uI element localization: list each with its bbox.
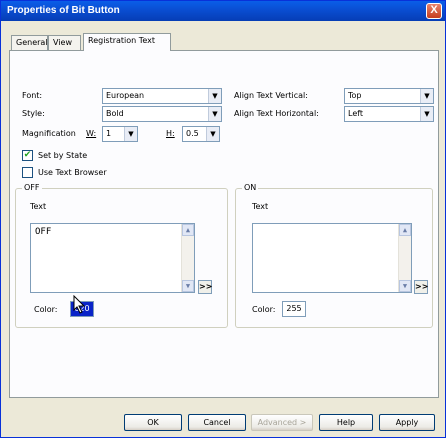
h-value: 0.5 bbox=[186, 129, 199, 138]
on-group-title: ON bbox=[242, 183, 259, 193]
advanced-button[interactable]: Advanced > bbox=[251, 414, 313, 431]
use-text-browser-label: Use Text Browser bbox=[38, 168, 107, 177]
w-select[interactable]: 1 ▼ bbox=[102, 126, 138, 142]
on-expand-button[interactable]: >> bbox=[414, 280, 428, 294]
scroll-up-icon[interactable]: ▲ bbox=[182, 224, 194, 236]
checkmark-icon: ✔ bbox=[23, 150, 32, 160]
scroll-down-icon[interactable]: ▼ bbox=[399, 280, 411, 292]
window-title: Properties of Bit Button bbox=[7, 5, 120, 16]
off-expand-button[interactable]: >> bbox=[198, 280, 212, 294]
chevron-down-icon[interactable]: ▼ bbox=[206, 127, 219, 141]
off-text-area[interactable]: OFF ▲ ▼ bbox=[30, 223, 195, 293]
set-by-state-checkbox[interactable]: ✔ bbox=[22, 150, 33, 161]
font-select[interactable]: European ▼ bbox=[102, 88, 222, 104]
chevron-down-icon[interactable]: ▼ bbox=[420, 89, 433, 103]
font-value: European bbox=[106, 91, 145, 100]
apply-button[interactable]: Apply bbox=[379, 414, 435, 431]
on-text-label: Text bbox=[252, 202, 269, 211]
properties-dialog: Properties of Bit Button X General View … bbox=[0, 0, 446, 438]
chevron-down-icon[interactable]: ▼ bbox=[124, 127, 137, 141]
w-label: W: bbox=[86, 129, 97, 138]
off-color-label: Color: bbox=[34, 305, 58, 314]
on-color-label: Color: bbox=[252, 305, 276, 314]
off-text-value: OFF bbox=[35, 227, 52, 237]
align-vertical-value: Top bbox=[348, 91, 362, 100]
h-label: H: bbox=[166, 129, 175, 138]
chevron-down-icon[interactable]: ▼ bbox=[208, 107, 221, 121]
font-label: Font: bbox=[22, 91, 43, 100]
use-text-browser-checkbox[interactable] bbox=[22, 167, 33, 178]
style-select[interactable]: Bold ▼ bbox=[102, 106, 222, 122]
off-text-label: Text bbox=[30, 202, 47, 211]
align-vertical-label: Align Text Vertical: bbox=[234, 91, 308, 100]
h-select[interactable]: 0.5 ▼ bbox=[182, 126, 220, 142]
align-horizontal-select[interactable]: Left ▼ bbox=[344, 106, 434, 122]
off-text-scrollbar[interactable]: ▲ ▼ bbox=[181, 224, 194, 292]
ok-button[interactable]: OK bbox=[124, 414, 182, 431]
on-text-scrollbar[interactable]: ▲ ▼ bbox=[398, 224, 411, 292]
style-value: Bold bbox=[106, 109, 124, 118]
chevron-down-icon[interactable]: ▼ bbox=[208, 89, 221, 103]
help-button[interactable]: Help bbox=[319, 414, 373, 431]
cancel-button[interactable]: Cancel bbox=[188, 414, 246, 431]
scroll-down-icon[interactable]: ▼ bbox=[182, 280, 194, 292]
on-groupbox: ON Text ▲ ▼ >> Color: 255 bbox=[235, 183, 433, 328]
on-text-area[interactable]: ▲ ▼ bbox=[252, 223, 412, 293]
off-group-title: OFF bbox=[22, 183, 42, 193]
align-horizontal-label: Align Text Horizontal: bbox=[234, 109, 319, 118]
align-vertical-select[interactable]: Top ▼ bbox=[344, 88, 434, 104]
style-label: Style: bbox=[22, 109, 45, 118]
registration-text-panel: Font: European ▼ Style: Bold ▼ Magnifica… bbox=[9, 50, 439, 398]
w-value: 1 bbox=[106, 129, 112, 138]
tab-registration-text[interactable]: Registration Text bbox=[83, 33, 171, 51]
set-by-state-label: Set by State bbox=[38, 151, 88, 160]
magnification-label: Magnification bbox=[22, 129, 76, 138]
off-groupbox: OFF Text OFF ▲ ▼ >> Color: 020 bbox=[15, 183, 228, 328]
title-bar: Properties of Bit Button X bbox=[1, 1, 445, 21]
close-icon: X bbox=[430, 4, 438, 16]
on-color-swatch[interactable]: 255 bbox=[282, 301, 306, 317]
chevron-down-icon[interactable]: ▼ bbox=[420, 107, 433, 121]
tab-view[interactable]: View bbox=[48, 35, 81, 50]
tab-general[interactable]: General bbox=[11, 35, 48, 50]
align-horizontal-value: Left bbox=[348, 109, 364, 118]
close-button[interactable]: X bbox=[426, 3, 442, 19]
scroll-up-icon[interactable]: ▲ bbox=[399, 224, 411, 236]
mouse-pointer-icon bbox=[73, 295, 86, 314]
